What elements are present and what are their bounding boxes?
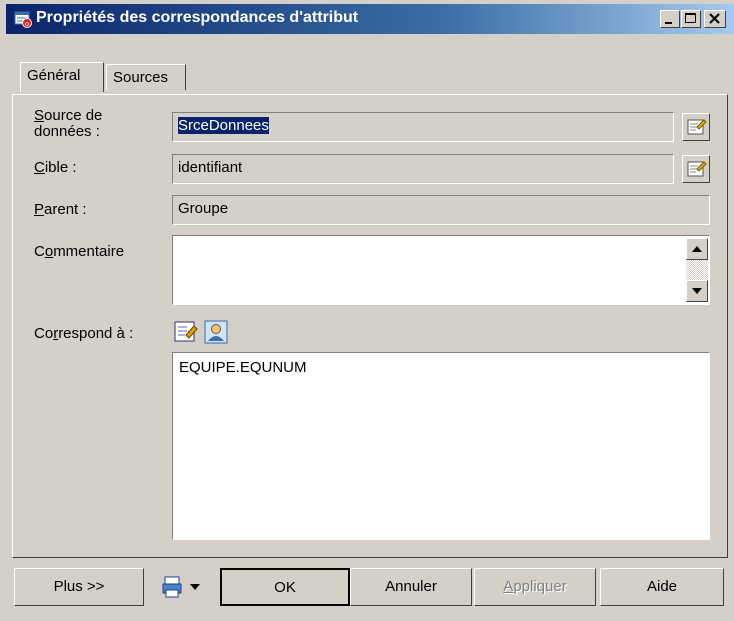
scroll-up-button[interactable] [686, 238, 708, 260]
arrow-down-icon [692, 288, 702, 294]
cible-properties-button[interactable] [682, 155, 710, 183]
source-label-line1: ource de [44, 107, 103, 124]
properties-icon [687, 119, 707, 135]
chevron-down-icon [190, 584, 200, 590]
title-bar[interactable]: o Propriétés des correspondances d'attri… [6, 4, 734, 34]
tab-sources[interactable]: Sources [106, 64, 186, 90]
correspond-label-pre: Co [34, 325, 54, 342]
close-icon [709, 13, 720, 24]
scroll-down-button[interactable] [686, 280, 708, 302]
ok-button-label: OK [274, 579, 296, 596]
edit-mapping-button[interactable] [172, 318, 200, 346]
plus-button-label: Plus >> [53, 578, 105, 595]
annuler-button-label: Annuler [385, 578, 437, 595]
user-icon [204, 320, 228, 344]
cible-label: Cible : [34, 160, 77, 176]
properties-icon [687, 161, 707, 177]
commentaire-label-pre: C [34, 243, 45, 260]
parent-label-accel: P [34, 201, 45, 218]
parent-value: Groupe [178, 200, 229, 217]
parent-label: Parent : [34, 202, 87, 218]
tab-general[interactable]: Général [20, 62, 104, 92]
cible-value: identifiant [178, 159, 243, 176]
edit-icon [174, 321, 198, 342]
cible-label-accel: C [34, 159, 45, 176]
printer-icon [162, 576, 182, 598]
appliquer-button[interactable]: Appliquer [474, 568, 596, 606]
appliquer-button-accel: A [503, 578, 514, 595]
cible-field[interactable]: identifiant [172, 154, 674, 184]
source-label-accel: S [34, 107, 45, 124]
correspond-label: Correspond à : [34, 326, 133, 342]
source-field[interactable]: SrceDonnees [172, 112, 674, 142]
annuler-button[interactable]: Annuler [350, 568, 472, 606]
source-label: Source de données : [34, 108, 102, 140]
maximize-icon [685, 13, 696, 23]
close-button[interactable] [704, 10, 726, 28]
print-dropdown-button[interactable] [162, 575, 210, 599]
source-properties-button[interactable] [682, 113, 710, 141]
correspond-label-rest: respond à : [58, 325, 134, 342]
properties-dialog: o Propriétés des correspondances d'attri… [0, 0, 734, 621]
svg-text:o: o [25, 20, 29, 28]
maximize-button[interactable] [681, 10, 701, 28]
commentaire-textarea[interactable] [172, 235, 710, 305]
correspond-listbox[interactable]: EQUIPE.EQUNUM [172, 352, 710, 540]
parent-label-rest: arent : [44, 201, 87, 218]
aide-button[interactable]: Aide [600, 568, 724, 606]
cible-label-rest: ible : [44, 159, 77, 176]
commentaire-label-rest: mmentaire [53, 243, 125, 260]
source-label-line2: données : [34, 123, 100, 140]
plus-button[interactable]: Plus >> [14, 568, 144, 606]
appliquer-button-label: ppliquer [513, 578, 567, 595]
list-item[interactable]: EQUIPE.EQUNUM [179, 359, 703, 376]
commentaire-label-accel: o [44, 243, 54, 260]
parent-field[interactable]: Groupe [172, 195, 710, 225]
minimize-button[interactable] [660, 10, 680, 28]
window-title: Propriétés des correspondances d'attribu… [36, 9, 359, 26]
ok-button[interactable]: OK [220, 568, 350, 606]
arrow-up-icon [692, 246, 702, 252]
minimize-icon [665, 22, 672, 24]
select-user-button[interactable] [202, 318, 230, 346]
aide-button-label: Aide [646, 578, 678, 595]
tab-general-label: Général [27, 67, 81, 84]
app-icon: o [14, 11, 32, 28]
commentaire-label: Commentaire [34, 244, 124, 260]
source-value: SrceDonnees [178, 117, 269, 134]
tab-sources-label: Sources [113, 69, 169, 86]
